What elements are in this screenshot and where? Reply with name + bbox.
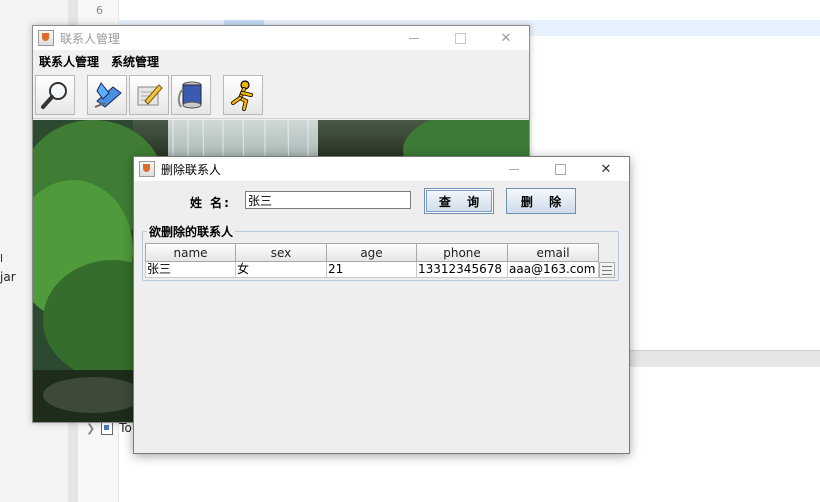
delete-button[interactable]: 删 除 [506,188,576,214]
table-menu-icon [602,265,612,275]
cell-age[interactable]: 21 [327,262,417,278]
column-control-button[interactable] [599,262,615,278]
contact-table: name sex age phone email 张三 女 21 1331234… [145,243,615,278]
menubar: 联系人管理 系统管理 [33,50,529,72]
ide-line-number: 6 [96,4,103,17]
ide-tree-item[interactable]: ❯ To [86,421,132,435]
name-label: 姓 名: [190,196,231,210]
cell-sex[interactable]: 女 [236,262,327,278]
maximize-button[interactable] [437,26,483,50]
column-header-age[interactable]: age [327,243,417,262]
ide-editor-divider[interactable] [628,350,820,367]
menu-contact-management[interactable]: 联系人管理 [39,53,99,70]
contact-to-delete-group: 欲删除的联系人 name sex age phone email 张三 女 21… [142,223,619,281]
cell-phone[interactable]: 13312345678 [417,262,508,278]
column-header-email[interactable]: email [508,243,599,262]
main-titlebar[interactable]: 联系人管理 ✕ [33,26,529,50]
pen-icon [94,82,122,108]
search-form: 姓 名: 查 询 删 除 [134,187,629,217]
maximize-icon [454,32,466,44]
java-file-icon [101,421,114,435]
toolbar [33,72,529,119]
menu-system-management[interactable]: 系统管理 [111,53,159,70]
cell-email[interactable]: aaa@163.com [508,262,599,278]
dialog-close-button[interactable]: ✕ [583,157,629,181]
exit-button[interactable] [223,75,263,115]
dialog-maximize-button[interactable] [537,157,583,181]
name-input[interactable] [245,191,411,209]
minimize-icon [409,37,419,39]
chevron-right-icon[interactable]: ❯ [86,422,95,435]
query-button[interactable]: 查 询 [424,188,494,214]
group-title: 欲删除的联系人 [147,223,236,240]
ide-tree-item-label: To [119,421,132,435]
backup-contacts-button[interactable] [171,75,211,115]
thread-spool-icon [177,81,202,109]
edit-contact-button[interactable] [129,75,169,115]
delete-contact-dialog: 删除联系人 ✕ 姓 名: 查 询 删 除 欲删除的联系人 name sex ag… [133,156,630,454]
ide-tree-jar-label[interactable]: jar [0,270,16,284]
minimize-button[interactable] [391,26,437,50]
add-contact-button[interactable] [87,75,127,115]
main-window-controls: ✕ [391,26,529,50]
column-header-sex[interactable]: sex [236,243,327,262]
running-man-icon [231,80,253,111]
minimize-icon [509,168,519,170]
magnifier-icon [41,82,67,109]
column-header-phone[interactable]: phone [417,243,508,262]
cell-name[interactable]: 张三 [145,262,236,278]
edit-pencil-icon [137,84,163,106]
main-window-title: 联系人管理 [60,31,121,46]
dialog-titlebar[interactable]: 删除联系人 ✕ [134,157,629,181]
dialog-title: 删除联系人 [161,162,222,177]
search-contact-button[interactable] [35,75,75,115]
java-cup-icon [38,30,54,46]
column-header-name[interactable]: name [145,243,236,262]
dialog-window-controls: ✕ [491,157,629,181]
ide-tree-fragment: l [0,252,4,265]
maximize-icon [554,163,566,175]
close-button[interactable]: ✕ [483,26,529,50]
dialog-minimize-button[interactable] [491,157,537,181]
table-header: name sex age phone email [145,243,615,262]
java-cup-icon [139,161,155,177]
table-row[interactable]: 张三 女 21 13312345678 aaa@163.com [145,262,615,278]
